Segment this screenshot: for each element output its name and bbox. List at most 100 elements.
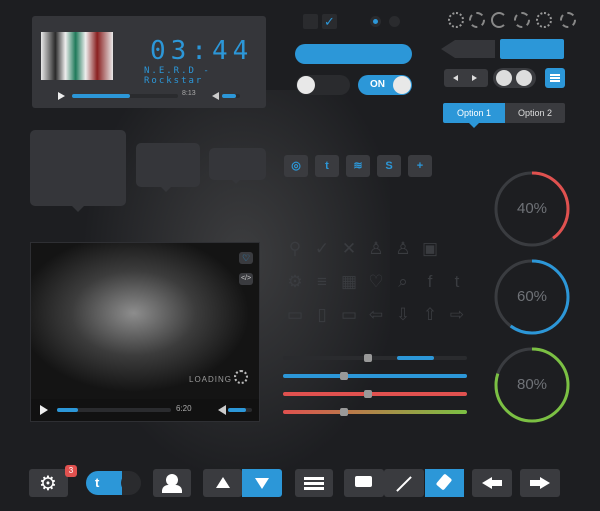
segment-option-1[interactable]: Option 1 bbox=[443, 103, 505, 123]
triangle-down-icon bbox=[255, 478, 269, 489]
back-arrow-tip bbox=[441, 40, 455, 58]
speech-bubble-large bbox=[30, 130, 126, 206]
settings-button[interactable]: ⚙ bbox=[29, 469, 68, 497]
document-icon[interactable]: ▭ bbox=[286, 306, 304, 324]
toggle-off[interactable] bbox=[296, 75, 350, 95]
twitter-toggle[interactable]: t bbox=[86, 471, 141, 495]
gauge-label: 80% bbox=[516, 376, 548, 393]
slider[interactable] bbox=[283, 408, 467, 416]
embed-icon[interactable]: </> bbox=[239, 273, 253, 285]
prev-icon[interactable] bbox=[453, 75, 458, 81]
video-spinner bbox=[234, 370, 248, 384]
check-icon[interactable]: ✓ bbox=[313, 240, 331, 258]
music-player: 03:44 N.E.R.D - Rockstar 8:13 bbox=[32, 16, 266, 108]
blue-square-button[interactable] bbox=[500, 39, 564, 59]
slider[interactable] bbox=[283, 354, 467, 362]
music-progress[interactable] bbox=[72, 94, 178, 98]
triangle-up-icon bbox=[216, 477, 230, 488]
toggle-on-label: ON bbox=[370, 79, 385, 90]
user-button[interactable] bbox=[153, 469, 191, 497]
speaker-icon[interactable] bbox=[212, 92, 219, 100]
down-arrow-button[interactable] bbox=[242, 469, 282, 497]
pin-button[interactable] bbox=[425, 469, 464, 497]
notification-badge: 3 bbox=[65, 465, 77, 477]
forward-button[interactable] bbox=[520, 469, 560, 497]
plus-button[interactable]: + bbox=[408, 155, 432, 177]
comment-button[interactable] bbox=[344, 469, 384, 497]
video-volume[interactable] bbox=[228, 408, 252, 412]
checkbox-unchecked[interactable] bbox=[303, 14, 318, 29]
video-play-icon[interactable] bbox=[40, 405, 48, 415]
comment-icon bbox=[355, 476, 372, 487]
heart-icon[interactable]: ♡ bbox=[239, 252, 253, 264]
facebook-icon[interactable]: f bbox=[421, 273, 439, 291]
menu-button[interactable] bbox=[545, 68, 565, 88]
slider[interactable] bbox=[283, 372, 467, 380]
arrow-left-icon[interactable]: ⇦ bbox=[367, 306, 385, 324]
round-prev-icon[interactable] bbox=[496, 70, 512, 86]
doc-icon[interactable]: ▭ bbox=[340, 306, 358, 324]
grid-icon[interactable]: ▦ bbox=[340, 273, 358, 291]
spinner-icon bbox=[469, 12, 485, 28]
speech-bubble-small bbox=[209, 148, 266, 180]
spinner-icon bbox=[491, 12, 507, 28]
loading-label: LOADING bbox=[189, 375, 233, 384]
slider-handle[interactable] bbox=[340, 372, 349, 380]
location-icon[interactable]: ⚲ bbox=[286, 240, 304, 258]
user-icon[interactable]: ♙ bbox=[367, 240, 385, 258]
rss-icon: ≋ bbox=[353, 160, 363, 172]
radio-unselected[interactable] bbox=[389, 16, 400, 27]
music-volume[interactable] bbox=[222, 94, 240, 98]
radio-selected[interactable] bbox=[370, 16, 381, 27]
skype-button[interactable]: S bbox=[377, 155, 401, 177]
arrow-right-icon[interactable]: ⇨ bbox=[448, 306, 466, 324]
menu-toggle-button[interactable] bbox=[295, 469, 333, 497]
spinner-icon bbox=[448, 12, 464, 28]
slider-fill bbox=[283, 410, 467, 414]
dribbble-button[interactable]: ◎ bbox=[284, 155, 308, 177]
play-icon[interactable] bbox=[58, 92, 65, 100]
heart-icon[interactable]: ♡ bbox=[367, 273, 385, 291]
arrow-down-icon[interactable]: ⇩ bbox=[394, 306, 412, 324]
briefcase-icon[interactable]: ▣ bbox=[421, 240, 439, 258]
twitter-icon[interactable]: t bbox=[448, 273, 466, 291]
primary-pill-button[interactable] bbox=[295, 44, 412, 64]
file-icon[interactable]: ▯ bbox=[313, 306, 331, 324]
slider-handle[interactable] bbox=[363, 390, 372, 398]
speech-bubble-medium bbox=[136, 143, 200, 187]
round-nav-buttons[interactable] bbox=[493, 68, 536, 88]
slider[interactable] bbox=[283, 390, 467, 398]
slider-fill bbox=[283, 374, 467, 378]
segment-option-1-label: Option 1 bbox=[456, 108, 492, 118]
close-icon[interactable]: ✕ bbox=[340, 240, 358, 258]
segment-pointer bbox=[469, 123, 479, 128]
back-arrow-button[interactable] bbox=[455, 40, 495, 58]
toggle-on[interactable]: ON bbox=[358, 75, 412, 95]
video-progress[interactable] bbox=[57, 408, 171, 412]
up-arrow-button[interactable] bbox=[203, 469, 242, 497]
users-icon[interactable]: ♙ bbox=[394, 240, 412, 258]
list-icon[interactable]: ≡ bbox=[313, 273, 331, 291]
video-speaker-icon[interactable] bbox=[218, 405, 226, 415]
settings-icon[interactable]: ⚙ bbox=[286, 273, 304, 291]
spinner-icon bbox=[560, 12, 576, 28]
next-icon[interactable] bbox=[472, 75, 477, 81]
slider-handle[interactable] bbox=[363, 354, 372, 362]
prev-next-buttons[interactable] bbox=[444, 69, 488, 87]
speech-bubble-small-tail bbox=[232, 180, 240, 184]
arrow-up-icon[interactable]: ⇧ bbox=[421, 306, 439, 324]
slider-fill bbox=[283, 392, 467, 396]
back-button[interactable] bbox=[472, 469, 512, 497]
rss-button[interactable]: ≋ bbox=[346, 155, 370, 177]
arrow-right-icon bbox=[540, 477, 550, 489]
slider-handle[interactable] bbox=[340, 408, 349, 416]
search-icon[interactable]: ⌕ bbox=[394, 273, 412, 291]
round-next-icon[interactable] bbox=[516, 70, 532, 86]
pen-button[interactable] bbox=[384, 469, 424, 497]
checkbox-checked[interactable]: ✓ bbox=[322, 14, 337, 29]
twitter-button[interactable]: t bbox=[315, 155, 339, 177]
segment-option-2[interactable]: Option 2 bbox=[505, 103, 565, 123]
video-time: 6:20 bbox=[176, 404, 192, 413]
twitter-icon: t bbox=[325, 160, 329, 172]
segment-option-2-label: Option 2 bbox=[517, 108, 553, 118]
